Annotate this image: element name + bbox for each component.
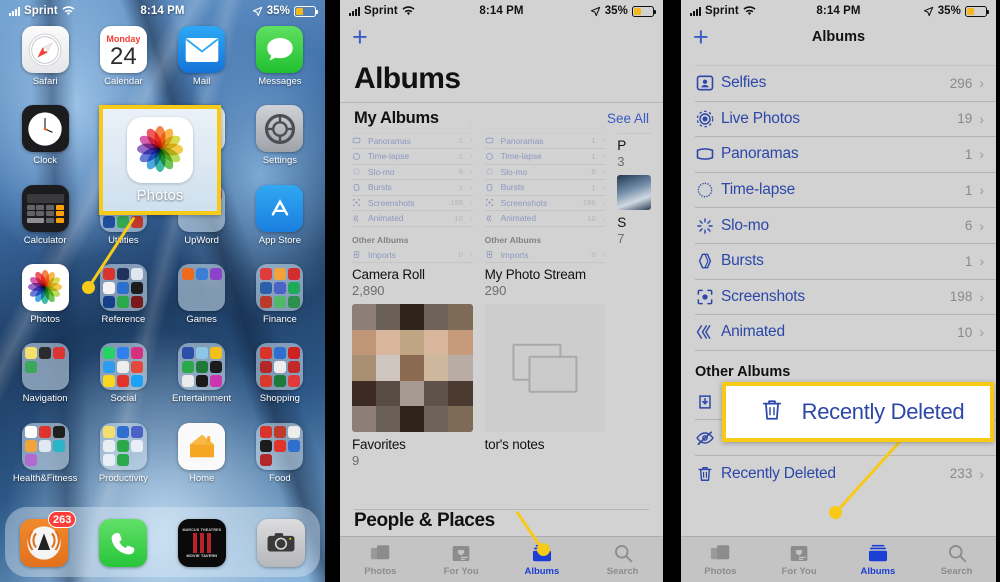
callout-photos-app: Photos [99, 105, 221, 215]
callout-leader-line [0, 0, 1000, 582]
three-panel-tutorial-screenshot: Sprint 8:14 PM 35% Safari Monday 24 Cale… [0, 0, 1000, 582]
callout-label: Photos [136, 186, 184, 204]
callout-anchor-dot [82, 281, 95, 294]
callout-anchor-dot [829, 506, 842, 519]
callout-anchor-dot [537, 543, 550, 556]
trash-icon [758, 395, 786, 430]
callout-label: Recently Deleted [801, 399, 965, 424]
panel-divider [329, 0, 334, 582]
photos-icon [127, 116, 193, 183]
callout-recently-deleted: Recently Deleted [722, 382, 994, 442]
panel-divider [668, 0, 673, 582]
